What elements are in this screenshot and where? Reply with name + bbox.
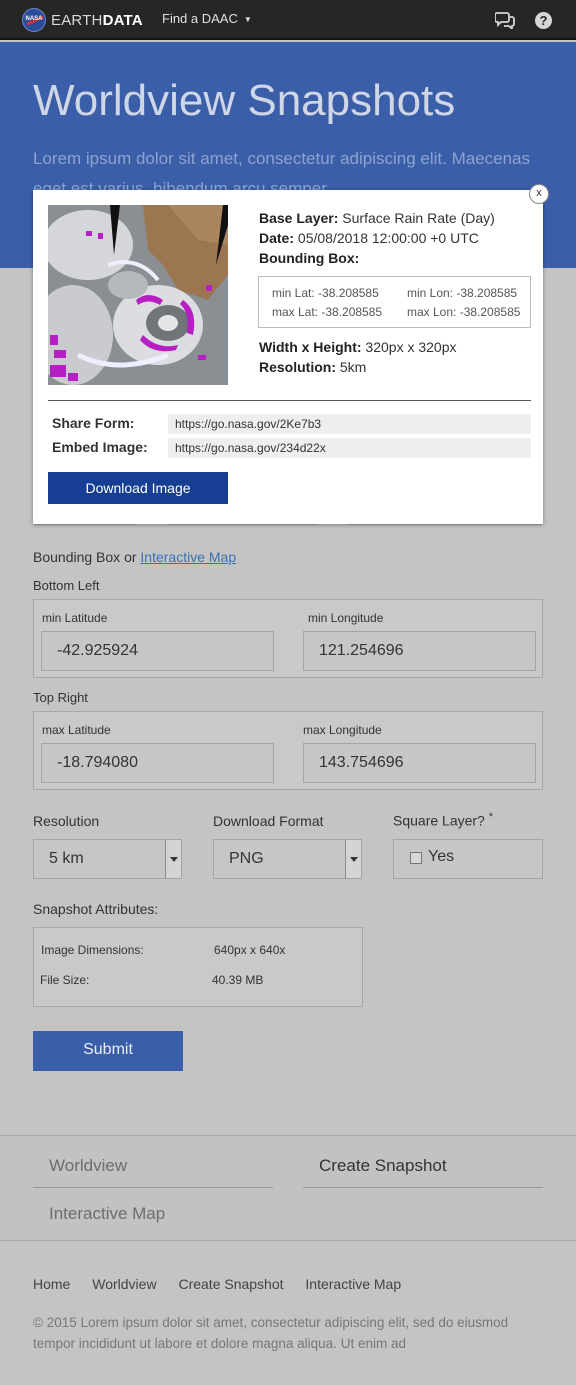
bottom-left-label: Bottom Left	[33, 578, 100, 593]
footer-link-worldview[interactable]: Worldview	[92, 1276, 156, 1292]
max-latitude-input[interactable]: -18.794080	[41, 743, 274, 783]
footer-nav-worldview[interactable]: Worldview	[49, 1156, 127, 1176]
help-icon[interactable]: ?	[535, 12, 552, 29]
image-dimensions-value: 640px x 640x	[214, 943, 286, 957]
footer-nav: Worldview Create Snapshot Interactive Ma…	[0, 1135, 576, 1241]
bounding-box-heading: Bounding Box or Interactive Map	[33, 549, 237, 565]
chevron-down-icon[interactable]	[165, 840, 181, 878]
checkbox-icon[interactable]	[410, 852, 422, 864]
resolution-value: 5 km	[49, 850, 84, 867]
min-latitude-label: min Latitude	[42, 611, 108, 625]
snapshot-attributes-label: Snapshot Attributes:	[33, 901, 159, 917]
resolution-select[interactable]: 5 km	[33, 839, 182, 879]
required-star-icon: *	[488, 811, 494, 823]
download-format-select[interactable]: PNG	[213, 839, 362, 879]
page-title: Worldview Snapshots	[33, 76, 456, 125]
snapshot-attributes-panel: Image Dimensions: 640px x 640x File Size…	[33, 927, 363, 1007]
file-size-value: 40.39 MB	[212, 973, 264, 987]
bounding-box-title: Bounding Box:	[259, 250, 360, 266]
snapshot-result-modal: Base Layer: Surface Rain Rate (Day) Date…	[33, 190, 543, 524]
max-longitude-input[interactable]: 143.754696	[303, 743, 536, 783]
earthdata-logo[interactable]: NASA EARTHDATA	[22, 8, 143, 32]
nasa-logo-icon: NASA	[22, 8, 46, 32]
min-lat-value: min Lat: -38.208585	[272, 286, 379, 300]
download-format-label: Download Format	[213, 813, 324, 829]
footer-link-create-snapshot[interactable]: Create Snapshot	[178, 1276, 283, 1292]
bottom-left-group: min Latitude -42.925924 min Longitude 12…	[33, 599, 543, 678]
date-row: Date: 05/08/2018 12:00:00 +0 UTC	[259, 230, 479, 246]
footer-nav-interactive-map[interactable]: Interactive Map	[49, 1204, 165, 1224]
divider	[303, 1187, 543, 1188]
bounding-box-values: min Lat: -38.208585 min Lon: -38.208585 …	[258, 276, 531, 328]
copyright-text: © 2015 Lorem ipsum dolor sit amet, conse…	[33, 1315, 509, 1351]
file-size-label: File Size:	[40, 973, 90, 987]
top-nav: NASA EARTHDATA Find a DAAC ▼ ?	[0, 0, 576, 40]
top-right-group: max Latitude -18.794080 max Longitude 14…	[33, 711, 543, 790]
download-format-value: PNG	[229, 850, 264, 867]
max-lon-value: max Lon: -38.208585	[407, 305, 521, 319]
embed-image-label: Embed Image:	[52, 439, 148, 455]
brand-name: EARTHDATA	[51, 11, 143, 29]
divider	[33, 1187, 273, 1188]
close-icon[interactable]: x	[529, 184, 549, 204]
divider	[48, 400, 531, 401]
caret-down-icon: ▼	[243, 15, 252, 25]
submit-button[interactable]: Submit	[33, 1031, 183, 1071]
footer-link-home[interactable]: Home	[33, 1276, 70, 1292]
share-form-label: Share Form:	[52, 415, 135, 431]
width-height-row: Width x Height: 320px x 320px	[259, 339, 457, 355]
download-image-button[interactable]: Download Image	[48, 472, 228, 504]
resolution-label: Resolution	[33, 813, 100, 829]
min-longitude-label: min Longitude	[308, 611, 384, 625]
max-lat-value: max Lat: -38.208585	[272, 305, 383, 319]
footer-links: Home Worldview Create Snapshot Interacti…	[33, 1276, 419, 1292]
min-longitude-input[interactable]: 121.254696	[303, 631, 536, 671]
max-longitude-label: max Longitude	[303, 723, 382, 737]
find-daac-menu[interactable]: Find a DAAC ▼	[162, 11, 252, 26]
share-form-url[interactable]: https://go.nasa.gov/2Ke7b3	[168, 414, 531, 434]
snapshot-thumbnail	[48, 205, 228, 385]
max-latitude-label: max Latitude	[42, 723, 111, 737]
resolution-row: Resolution: 5km	[259, 359, 367, 375]
embed-image-url[interactable]: https://go.nasa.gov/234d22x	[168, 438, 531, 458]
image-dimensions-label: Image Dimensions:	[41, 943, 144, 957]
chevron-down-icon[interactable]	[345, 840, 361, 878]
chat-bubbles-icon[interactable]	[495, 11, 515, 29]
footer-nav-create-snapshot[interactable]: Create Snapshot	[319, 1156, 447, 1176]
interactive-map-link[interactable]: Interactive Map	[140, 549, 236, 565]
square-layer-label: Square Layer? *	[393, 811, 494, 829]
find-daac-label: Find a DAAC	[162, 11, 238, 26]
min-latitude-input[interactable]: -42.925924	[41, 631, 274, 671]
min-lon-value: min Lon: -38.208585	[407, 286, 518, 300]
footer-link-interactive-map[interactable]: Interactive Map	[305, 1276, 401, 1292]
square-layer-option: Yes	[428, 848, 455, 865]
base-layer-row: Base Layer: Surface Rain Rate (Day)	[259, 210, 495, 226]
top-right-label: Top Right	[33, 690, 88, 705]
square-layer-checkbox[interactable]: Yes	[393, 839, 543, 879]
